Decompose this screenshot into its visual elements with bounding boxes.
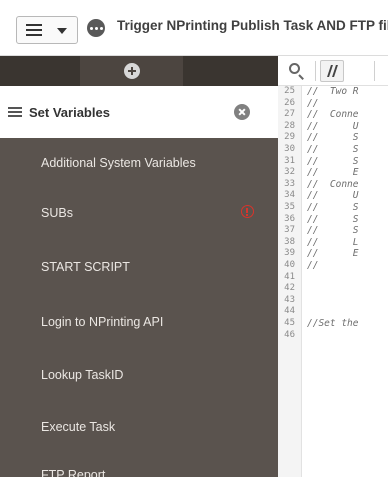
line-text: // U (307, 120, 359, 132)
code-line: 44 (278, 306, 388, 318)
line-number: 29 (284, 132, 295, 143)
code-line: 25 // Two R (278, 86, 388, 98)
line-number: 42 (284, 283, 295, 294)
line-number: 41 (284, 271, 295, 282)
line-text: // E (307, 167, 359, 179)
script-sections-panel: Set Variables Additional System Variable… (0, 56, 278, 477)
line-text: // S (307, 213, 359, 225)
section-item[interactable]: Lookup TaskID (0, 350, 278, 400)
section-item[interactable]: Additional System Variables (0, 138, 278, 188)
line-number: 32 (284, 167, 295, 178)
line-number: 31 (284, 155, 295, 166)
line-number: 27 (284, 109, 295, 120)
section-label: SUBs (41, 206, 73, 220)
app-icon (87, 19, 105, 37)
code-line: 30 // S (278, 144, 388, 156)
section-label-active: Set Variables (29, 105, 110, 120)
line-number: 30 (284, 144, 295, 154)
line-number: 33 (284, 178, 295, 189)
main-menu-button[interactable] (16, 16, 78, 44)
section-label: Execute Task (41, 420, 116, 434)
warning-icon (241, 205, 254, 218)
hamburger-icon (26, 24, 42, 36)
code-line: 42 (278, 283, 388, 295)
add-section-button[interactable] (80, 56, 183, 86)
line-number: 44 (284, 306, 295, 317)
code-line: 36 // S (278, 214, 388, 226)
line-text: // (307, 260, 319, 271)
line-number: 45 (284, 318, 295, 328)
code-line: 28 // U (278, 121, 388, 133)
toolbar-divider (315, 61, 316, 81)
code-line: 33 // Conne (278, 179, 388, 191)
section-label: Lookup TaskID (41, 368, 124, 382)
section-item[interactable]: SUBs (0, 188, 278, 238)
code-line: 31 // S (278, 156, 388, 168)
code-line: 41 (278, 272, 388, 284)
line-text: // U (307, 190, 359, 202)
line-number: 25 (284, 86, 295, 96)
line-text: //Set the (307, 318, 359, 329)
line-number: 28 (284, 120, 295, 131)
comment-toggle-button[interactable] (320, 60, 344, 82)
line-text: // S (307, 144, 359, 155)
section-label: START SCRIPT (41, 260, 130, 274)
code-line: 40 // (278, 260, 388, 272)
section-label: FTP Report (41, 468, 106, 477)
code-line: 34 // U (278, 190, 388, 202)
line-text: // E (307, 248, 359, 260)
section-item[interactable]: Execute Task (0, 402, 278, 452)
section-label: Additional System Variables (41, 156, 196, 170)
section-item-active[interactable]: Set Variables (0, 86, 278, 138)
line-text: // S (307, 202, 359, 213)
line-text: // S (307, 225, 359, 237)
code-line: 39 // E (278, 248, 388, 260)
line-number: 26 (284, 97, 295, 108)
line-number: 40 (284, 260, 295, 270)
line-text: // L (307, 236, 359, 248)
line-number: 35 (284, 202, 295, 212)
sidebar-header (0, 56, 278, 86)
line-number: 36 (284, 213, 295, 224)
line-number: 34 (284, 190, 295, 201)
code-line: 29 // S (278, 132, 388, 144)
section-item[interactable]: Login to NPrinting API (0, 297, 278, 347)
line-text: // Two R (307, 86, 359, 97)
line-text: // S (307, 155, 359, 167)
code-line: 35 // S (278, 202, 388, 214)
code-line: 27 // Conne (278, 109, 388, 121)
code-line: 43 (278, 295, 388, 307)
line-number: 37 (284, 225, 295, 236)
script-editor[interactable]: 25 // Two R 26 // 27 // Conne 28 // U 29 // S… (278, 86, 388, 477)
list-icon (8, 107, 22, 118)
plus-icon (124, 63, 140, 79)
search-icon[interactable] (288, 62, 306, 80)
code-line: 45 //Set the (278, 318, 388, 330)
close-icon[interactable] (234, 104, 250, 120)
section-item[interactable]: START SCRIPT (0, 242, 278, 292)
line-number: 46 (284, 329, 295, 340)
code-line: 38 // L (278, 237, 388, 249)
editor-toolbar (278, 56, 388, 86)
code-line: 26 // (278, 98, 388, 110)
line-text: // (307, 97, 319, 109)
line-number: 39 (284, 248, 295, 259)
section-item[interactable]: FTP Report (0, 450, 278, 477)
code-line: 32 // E (278, 167, 388, 179)
chevron-down-icon (57, 28, 67, 34)
toolbar-divider (374, 61, 375, 81)
top-bar: Trigger NPrinting Publish Task AND FTP f… (0, 0, 388, 56)
code-line: 46 (278, 330, 388, 342)
line-text: // Conne (307, 109, 359, 121)
line-number: 38 (284, 236, 295, 247)
code-line: 37 // S (278, 225, 388, 237)
line-number: 43 (284, 294, 295, 305)
line-text: // Conne (307, 178, 359, 190)
line-text: // S (307, 132, 359, 144)
section-label: Login to NPrinting API (41, 315, 164, 329)
app-title: Trigger NPrinting Publish Task AND FTP f… (117, 18, 388, 33)
